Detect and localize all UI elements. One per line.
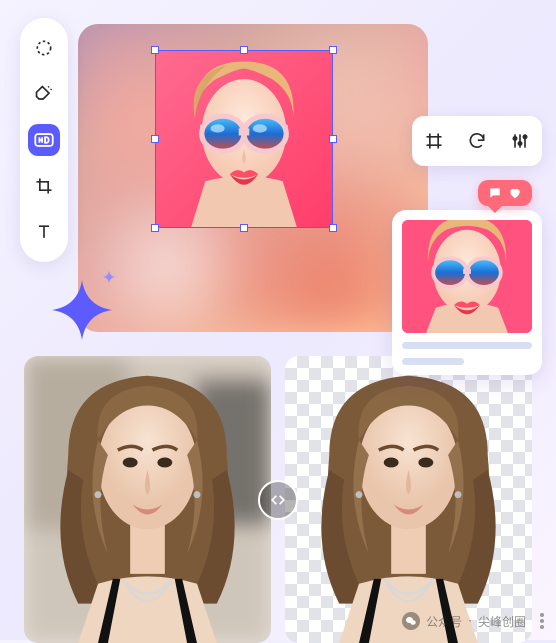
portrait-image <box>285 356 532 643</box>
selection-handle[interactable] <box>329 46 337 54</box>
crop-tool[interactable] <box>28 170 60 202</box>
text-tool[interactable] <box>28 216 60 248</box>
speech-icon <box>488 186 502 200</box>
portrait-image <box>402 220 532 333</box>
frame-option[interactable] <box>420 127 448 155</box>
comparison-slider-button[interactable] <box>258 480 298 520</box>
sparkle-icon <box>50 278 114 342</box>
crop-icon <box>34 176 54 196</box>
reaction-badge <box>478 180 532 206</box>
selection-handle[interactable] <box>240 46 248 54</box>
preview-thumbnail[interactable] <box>402 220 532 333</box>
magic-eraser-icon <box>34 84 54 104</box>
rotate-icon <box>467 131 487 151</box>
watermark: 公众号 · 尖峰创圈 <box>402 612 544 630</box>
selection-handle[interactable] <box>151 46 159 54</box>
sliders-icon <box>510 131 530 151</box>
compare-removed-bg[interactable] <box>285 356 532 643</box>
selection-handle[interactable] <box>329 224 337 232</box>
selection-handle[interactable] <box>240 224 248 232</box>
frame-icon <box>424 131 444 151</box>
placeholder-line <box>402 358 464 365</box>
preview-card <box>392 210 542 375</box>
sparkle-small-icon <box>102 270 116 284</box>
adjust-tool[interactable] <box>28 32 60 64</box>
selection-handle[interactable] <box>329 135 337 143</box>
watermark-name: 尖峰创圈 <box>478 613 526 630</box>
compare-row <box>24 356 532 643</box>
heart-icon <box>508 186 522 200</box>
menu-dots-icon <box>540 613 544 629</box>
rotate-option[interactable] <box>463 127 491 155</box>
erase-tool[interactable] <box>28 78 60 110</box>
watermark-prefix: 公众号 <box>426 613 462 630</box>
portrait-image <box>156 51 332 227</box>
dashed-circle-icon <box>34 38 54 58</box>
selection-handle[interactable] <box>151 224 159 232</box>
options-toolbar <box>412 116 542 166</box>
selection-handle[interactable] <box>151 135 159 143</box>
sliders-option[interactable] <box>506 127 534 155</box>
portrait-image <box>24 356 271 643</box>
compare-original[interactable] <box>24 356 271 643</box>
hd-icon <box>33 129 55 151</box>
chevrons-icon <box>268 490 288 510</box>
canvas[interactable] <box>78 24 428 332</box>
hd-tool[interactable] <box>28 124 60 156</box>
placeholder-line <box>402 342 532 349</box>
left-toolbar <box>20 18 68 262</box>
selection-box[interactable] <box>155 50 333 228</box>
watermark-sep: · <box>468 614 472 628</box>
text-icon <box>34 222 54 242</box>
wechat-icon <box>402 612 420 630</box>
